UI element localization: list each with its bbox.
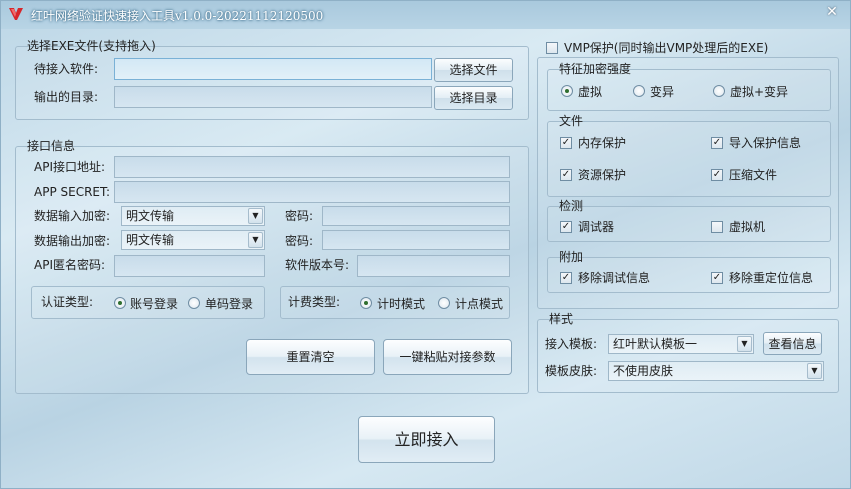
auth-account-radio[interactable] xyxy=(114,297,126,309)
remove-debug-label[interactable]: 移除调试信息 xyxy=(578,270,650,286)
extra-group-title: 附加 xyxy=(559,250,584,264)
chevron-down-icon[interactable]: ▼ xyxy=(737,336,752,352)
template-label: 接入模板: xyxy=(545,337,598,351)
skin-value: 不使用皮肤 xyxy=(613,364,674,378)
api-info-group-title: 接口信息 xyxy=(27,139,76,153)
chevron-down-icon[interactable]: ▼ xyxy=(807,363,822,379)
input-encrypt-select[interactable]: 明文传输 ▼ xyxy=(121,206,265,226)
close-icon[interactable]: ✕ xyxy=(822,3,842,21)
version-label: 软件版本号: xyxy=(285,258,350,272)
strength-group-title: 特征加密强度 xyxy=(559,62,632,76)
password-label-1: 密码: xyxy=(285,209,314,223)
auth-single-label[interactable]: 单码登录 xyxy=(205,296,253,312)
style-group: 样式 xyxy=(537,312,839,393)
password-label-2: 密码: xyxy=(285,234,314,248)
window-title: 红叶网络验证快速接入工具v1.0.0-20221112120500 xyxy=(31,9,324,23)
import-protect-label[interactable]: 导入保护信息 xyxy=(729,135,801,151)
app-secret-label: APP SECRET: xyxy=(34,185,111,199)
connect-now-button[interactable]: 立即接入 xyxy=(358,416,495,463)
output-encrypt-value: 明文传输 xyxy=(126,233,175,247)
billing-type-label: 计费类型: xyxy=(288,295,341,309)
chevron-down-icon[interactable]: ▼ xyxy=(248,208,263,224)
sign-password-input[interactable] xyxy=(114,255,265,277)
vm-label[interactable]: 虚拟机 xyxy=(729,219,765,235)
app-window: 红叶网络验证快速接入工具v1.0.0-20221112120500 ✕ 选择EX… xyxy=(0,0,851,489)
api-url-input[interactable] xyxy=(114,156,510,178)
auth-account-label[interactable]: 账号登录 xyxy=(130,296,178,312)
output-dir-input[interactable] xyxy=(114,86,432,108)
app-logo-icon xyxy=(9,8,23,20)
chevron-down-icon[interactable]: ▼ xyxy=(248,232,263,248)
sign-password-label: API匿名密码: xyxy=(34,258,106,272)
software-path-input[interactable] xyxy=(114,58,432,80)
style-group-title: 样式 xyxy=(549,312,574,326)
input-encrypt-label: 数据输入加密: xyxy=(34,209,111,223)
select-file-button[interactable]: 选择文件 xyxy=(434,58,513,82)
strength-mutate-radio[interactable] xyxy=(633,85,645,97)
select-dir-button[interactable]: 选择目录 xyxy=(434,86,513,110)
auth-single-radio[interactable] xyxy=(188,297,200,309)
vmp-checkbox[interactable] xyxy=(546,42,558,54)
template-select[interactable]: 红叶默认模板一 ▼ xyxy=(608,334,754,354)
compress-file-checkbox[interactable]: ✓ xyxy=(711,169,723,181)
file-options-group: 文件 xyxy=(547,114,831,197)
billing-time-label[interactable]: 计时模式 xyxy=(377,296,425,312)
remove-reloc-checkbox[interactable]: ✓ xyxy=(711,272,723,284)
file-options-group-title: 文件 xyxy=(559,114,584,128)
memory-protect-checkbox[interactable]: ✓ xyxy=(560,137,572,149)
debugger-label[interactable]: 调试器 xyxy=(578,219,614,235)
skin-label: 模板皮肤: xyxy=(545,364,598,378)
output-dir-label: 输出的目录: xyxy=(34,90,99,104)
strength-both-radio[interactable] xyxy=(713,85,725,97)
software-label: 待接入软件: xyxy=(34,62,99,76)
title-bar[interactable]: 红叶网络验证快速接入工具v1.0.0-20221112120500 ✕ xyxy=(1,1,850,29)
input-encrypt-value: 明文传输 xyxy=(126,209,175,223)
billing-point-label[interactable]: 计点模式 xyxy=(455,296,503,312)
memory-protect-label[interactable]: 内存保护 xyxy=(578,135,626,151)
auth-type-label: 认证类型: xyxy=(41,295,94,309)
skin-select[interactable]: 不使用皮肤 ▼ xyxy=(608,361,824,381)
password-input-1[interactable] xyxy=(322,206,510,226)
resource-protect-label[interactable]: 资源保护 xyxy=(578,167,626,183)
compress-file-label[interactable]: 压缩文件 xyxy=(729,167,777,183)
app-secret-input[interactable] xyxy=(114,181,510,203)
strength-mutate-label[interactable]: 变异 xyxy=(650,84,674,100)
remove-debug-checkbox[interactable]: ✓ xyxy=(560,272,572,284)
billing-point-radio[interactable] xyxy=(438,297,450,309)
billing-time-radio[interactable] xyxy=(360,297,372,309)
view-info-button[interactable]: 查看信息 xyxy=(763,332,822,355)
reset-button[interactable]: 重置清空 xyxy=(246,339,375,375)
vmp-label[interactable]: VMP保护(同时输出VMP处理后的EXE) xyxy=(564,40,768,56)
password-input-2[interactable] xyxy=(322,230,510,250)
import-protect-checkbox[interactable]: ✓ xyxy=(711,137,723,149)
output-encrypt-label: 数据输出加密: xyxy=(34,234,111,248)
remove-reloc-label[interactable]: 移除重定位信息 xyxy=(729,270,813,286)
strength-virtual-radio[interactable] xyxy=(561,85,573,97)
strength-virtual-label[interactable]: 虚拟 xyxy=(578,84,602,100)
strength-both-label[interactable]: 虚拟+变异 xyxy=(730,84,788,100)
detect-group-title: 检测 xyxy=(559,199,584,213)
version-input[interactable] xyxy=(357,255,510,277)
resource-protect-checkbox[interactable]: ✓ xyxy=(560,169,572,181)
paste-params-button[interactable]: 一键粘贴对接参数 xyxy=(383,339,512,375)
output-encrypt-select[interactable]: 明文传输 ▼ xyxy=(121,230,265,250)
template-value: 红叶默认模板一 xyxy=(613,337,698,351)
file-select-group-title: 选择EXE文件(支持拖入) xyxy=(27,39,156,53)
debugger-checkbox[interactable]: ✓ xyxy=(560,221,572,233)
vm-checkbox[interactable] xyxy=(711,221,723,233)
api-url-label: API接口地址: xyxy=(34,160,106,174)
